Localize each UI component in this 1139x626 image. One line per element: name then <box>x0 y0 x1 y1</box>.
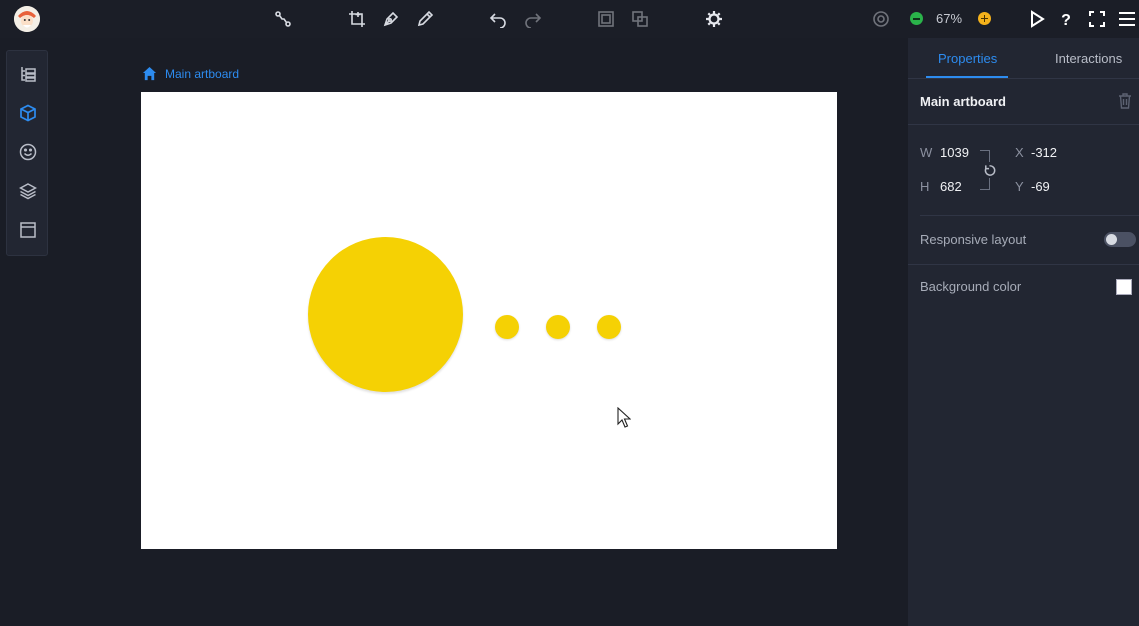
responsive-layout-toggle[interactable] <box>1104 232 1136 247</box>
divider <box>920 215 1139 216</box>
small-dot-3[interactable] <box>597 315 621 339</box>
components-cube-icon[interactable] <box>18 103 38 123</box>
background-color-swatch[interactable] <box>1116 279 1132 295</box>
zoom-out-icon[interactable] <box>910 12 923 25</box>
width-input[interactable]: 1039 <box>940 145 969 160</box>
small-dot-2[interactable] <box>546 315 570 339</box>
y-label: Y <box>1015 179 1024 194</box>
panel-icon[interactable] <box>18 220 38 240</box>
layers-tree-icon[interactable] <box>18 64 38 84</box>
responsive-layout-label: Responsive layout <box>920 232 1027 247</box>
tab-properties[interactable]: Properties <box>938 51 997 66</box>
play-icon[interactable] <box>1027 9 1047 29</box>
crop-artboard-icon[interactable] <box>347 9 367 29</box>
redo-icon[interactable] <box>523 9 543 29</box>
fullscreen-icon[interactable] <box>1087 9 1107 29</box>
properties-panel: Properties Interactions Main artboard W … <box>908 38 1139 626</box>
preview-target-icon[interactable] <box>871 9 891 29</box>
help-icon[interactable]: ? <box>1056 9 1076 29</box>
width-label: W <box>920 145 933 160</box>
user-avatar[interactable] <box>14 6 40 32</box>
breadcrumb[interactable]: Main artboard <box>142 66 239 81</box>
divider <box>908 264 1139 265</box>
divider <box>908 124 1139 125</box>
background-color-label: Background color <box>920 279 1022 294</box>
emoji-icon[interactable] <box>18 142 38 162</box>
tab-interactions[interactable]: Interactions <box>1055 51 1122 66</box>
height-label: H <box>920 179 930 194</box>
svg-text:?: ? <box>1061 12 1071 28</box>
zoom-in-icon[interactable] <box>978 12 991 25</box>
large-circle-shape[interactable] <box>308 237 463 392</box>
x-input[interactable]: -312 <box>1031 145 1057 160</box>
active-tab-underline <box>926 76 1008 78</box>
y-input[interactable]: -69 <box>1031 179 1050 194</box>
height-input[interactable]: 682 <box>940 179 962 194</box>
panel-tabs: Properties Interactions <box>908 38 1139 79</box>
selected-object-title: Main artboard <box>920 94 1006 109</box>
pen-icon[interactable] <box>381 9 401 29</box>
pencil-icon[interactable] <box>415 9 435 29</box>
ungroup-icon[interactable] <box>630 9 650 29</box>
breadcrumb-label: Main artboard <box>165 66 240 81</box>
left-tool-panel <box>6 50 48 256</box>
undo-icon[interactable] <box>488 9 508 29</box>
menu-icon[interactable] <box>1117 9 1137 29</box>
trash-icon[interactable] <box>1118 93 1132 114</box>
small-dot-1[interactable] <box>495 315 519 339</box>
main-artboard-canvas[interactable] <box>141 92 837 549</box>
aspect-lock-icon[interactable] <box>981 162 997 178</box>
x-label: X <box>1015 145 1024 160</box>
stack-icon[interactable] <box>18 181 38 201</box>
group-icon[interactable] <box>596 9 616 29</box>
home-icon <box>142 66 157 81</box>
settings-icon[interactable] <box>704 9 724 29</box>
zoom-level: 67% <box>936 11 963 26</box>
mouse-cursor-icon <box>617 406 632 434</box>
connector-icon[interactable] <box>273 9 293 29</box>
top-toolbar: 67% ? <box>0 0 1139 38</box>
